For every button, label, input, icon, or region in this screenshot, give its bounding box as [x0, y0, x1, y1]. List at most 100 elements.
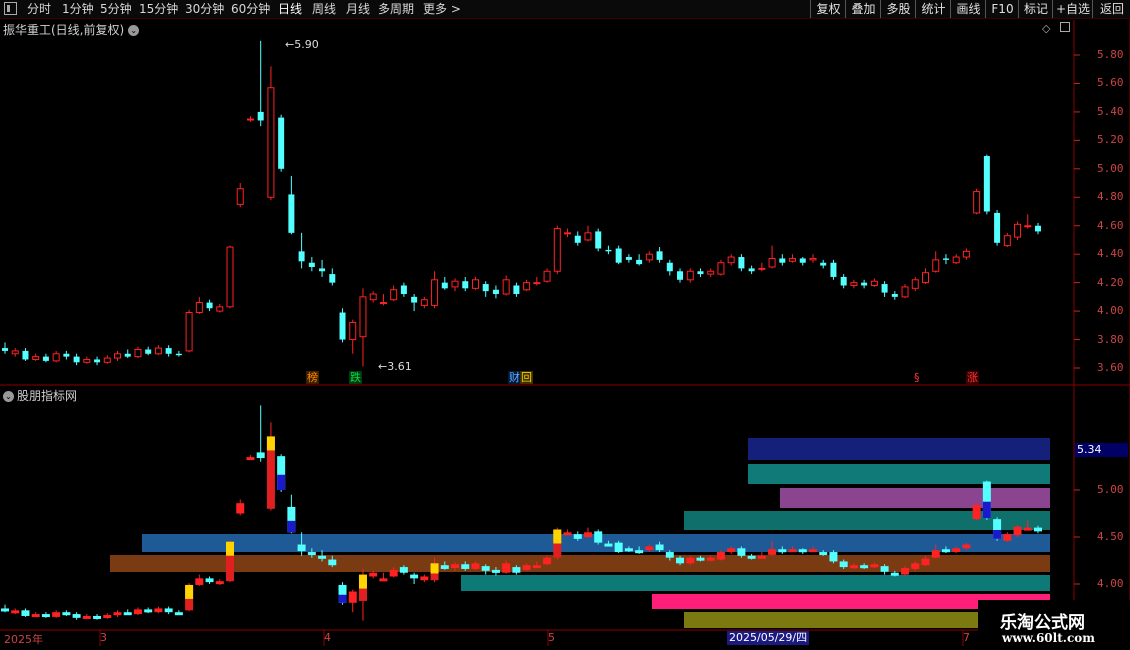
tab-weekly[interactable]: 周线 — [312, 1, 336, 17]
indicator-body — [839, 561, 848, 568]
diamond-icon[interactable]: ◇ — [1042, 22, 1050, 35]
indicator-body — [808, 549, 817, 553]
indicator-body — [11, 610, 20, 614]
indicator-body — [41, 614, 50, 618]
mark-button[interactable]: 标记 — [1018, 0, 1053, 18]
tab-daily[interactable]: 日线 — [278, 1, 302, 17]
indicator-body — [502, 563, 511, 573]
indicator-body — [757, 555, 766, 559]
candle-body — [339, 312, 346, 340]
candle-body — [319, 268, 326, 272]
chevron-down-icon[interactable]: ⌄ — [3, 391, 14, 402]
candle-body — [513, 285, 520, 295]
indicator-body — [798, 549, 807, 553]
indicator-body — [52, 612, 61, 617]
candle-body — [471, 279, 479, 289]
candle-body — [124, 353, 131, 357]
candle-body — [830, 262, 837, 277]
event-marker-fall[interactable]: 跌 — [349, 371, 362, 384]
indicator-body — [318, 555, 327, 559]
event-marker-section[interactable]: § — [913, 371, 921, 384]
indicator-bands — [110, 438, 1050, 628]
restore-rights-button[interactable]: 复权 — [810, 0, 846, 18]
menu-icon[interactable] — [4, 2, 17, 15]
candle-body — [390, 289, 398, 301]
event-marker-rise[interactable]: 涨 — [966, 371, 979, 384]
tab-1min[interactable]: 1分钟 — [62, 1, 94, 17]
indicator-body — [93, 615, 102, 619]
tab-15min[interactable]: 15分钟 — [139, 1, 178, 17]
indicator-body — [788, 549, 797, 553]
candle-body — [994, 212, 1001, 243]
candle-body — [738, 257, 745, 269]
candle-body — [921, 272, 929, 284]
tab-multi-period[interactable]: 多周期 — [378, 1, 414, 17]
price-axis-label: 3.60 — [1097, 361, 1124, 374]
candle-body — [154, 347, 162, 355]
candle-body — [595, 231, 602, 249]
candle-body — [1014, 223, 1022, 238]
high-price-label: ←5.90 — [285, 38, 319, 51]
candle-body — [717, 262, 725, 275]
candle-body — [543, 270, 551, 282]
candle-body — [246, 118, 254, 121]
chevron-down-icon[interactable]: ⌄ — [128, 25, 140, 36]
indicator-body — [512, 567, 521, 573]
add-watchlist-button[interactable]: +自选 — [1052, 0, 1093, 18]
indicator-body — [440, 565, 449, 569]
main-panel-title: 振华重工(日线,前复权) ⌄ — [3, 21, 140, 38]
tab-fenshi[interactable]: 分时 — [27, 1, 51, 17]
candle-body — [870, 280, 878, 286]
candle-body — [645, 253, 653, 261]
tab-5min[interactable]: 5分钟 — [100, 1, 132, 17]
price-axis-label: 4.20 — [1097, 275, 1124, 289]
indicator-body — [706, 557, 715, 561]
candle-body — [564, 232, 572, 235]
candle-body — [216, 306, 224, 312]
candle-body — [145, 349, 152, 354]
indicator-body — [931, 550, 940, 558]
event-marker-return[interactable]: 回 — [520, 371, 533, 384]
back-button[interactable]: 返回 — [1092, 0, 1130, 18]
indicator-body — [870, 564, 879, 568]
event-marker-list[interactable]: 榜 — [306, 371, 319, 384]
candle-body — [962, 250, 970, 258]
indicator-body — [451, 564, 460, 569]
indicator-body — [379, 578, 388, 582]
tab-30min[interactable]: 30分钟 — [185, 1, 224, 17]
indicator-body — [491, 569, 500, 573]
multi-stock-button[interactable]: 多股 — [880, 0, 916, 18]
candle-body — [584, 232, 592, 241]
overlay-button[interactable]: 叠加 — [845, 0, 881, 18]
price-axis-label: 5.00 — [1097, 161, 1124, 175]
tab-monthly[interactable]: 月线 — [346, 1, 370, 17]
kline-chart[interactable] — [0, 19, 1130, 650]
indicator-body — [573, 534, 582, 539]
draw-line-button[interactable]: 画线 — [950, 0, 986, 18]
indicator-body — [716, 552, 725, 560]
statistics-button[interactable]: 统计 — [915, 0, 951, 18]
watermark-title: 乐淘公式网 — [1000, 613, 1085, 633]
candle-body — [1035, 225, 1041, 232]
candle-body — [502, 279, 510, 295]
indicator-body — [676, 557, 685, 564]
tab-more[interactable]: 更多 > — [423, 1, 461, 17]
indicator-body — [1, 608, 9, 612]
tab-60min[interactable]: 60分钟 — [231, 1, 270, 17]
candle-body — [83, 358, 91, 363]
f10-button[interactable]: F10 — [985, 0, 1019, 18]
indicator-body — [72, 614, 81, 618]
indicator-panel-title: ⌄ 股朋指标网 — [3, 387, 77, 404]
indicator-body — [195, 578, 204, 585]
window-toggle-icon[interactable] — [1060, 22, 1070, 32]
candle-body — [983, 156, 990, 212]
price-axis-label: 4.80 — [1097, 190, 1124, 204]
indicator-body — [369, 572, 378, 577]
indicator-highlight — [185, 584, 194, 599]
price-axis-label: 5.80 — [1097, 48, 1124, 61]
candle-body — [574, 235, 581, 243]
candle-body — [257, 111, 264, 121]
indicator-body — [901, 568, 910, 575]
candle-body — [758, 267, 766, 270]
candle-body — [553, 228, 561, 272]
